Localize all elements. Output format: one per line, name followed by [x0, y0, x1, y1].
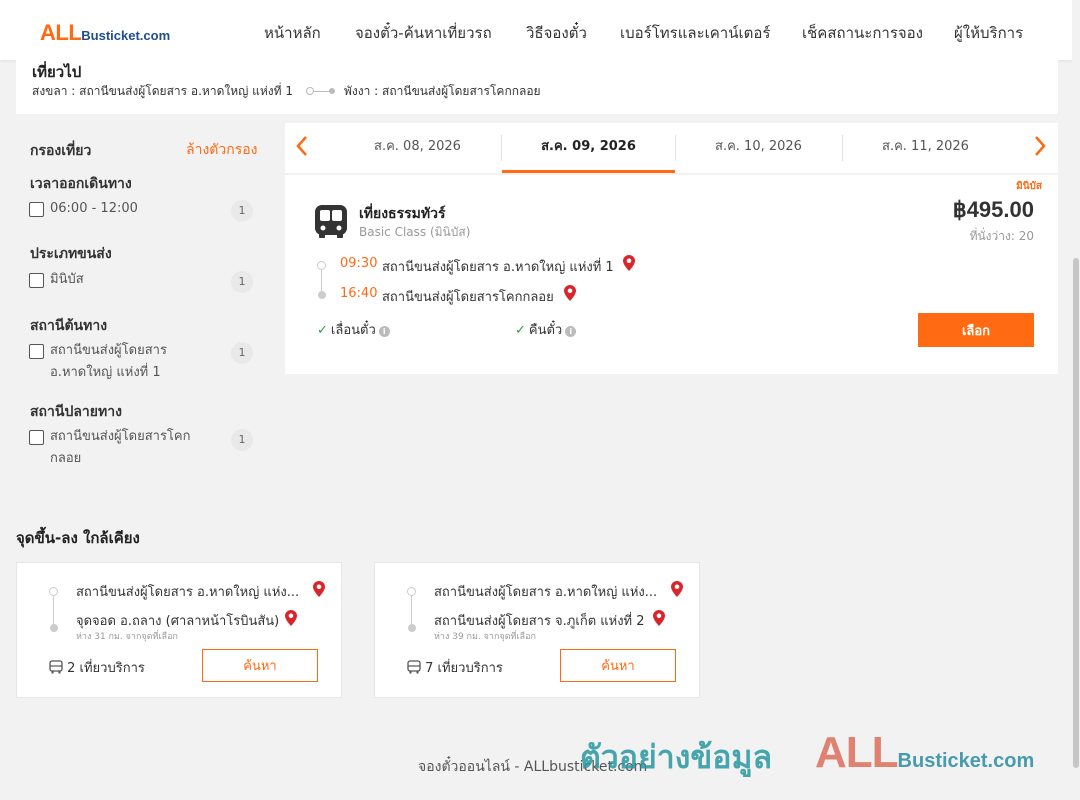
date-tab[interactable]: ส.ค. 08, 2026	[335, 123, 500, 173]
check-icon: ✓	[515, 323, 526, 338]
trip-title: เที่ยวไป	[32, 63, 82, 81]
nearby-to: สถานีขนส่งผู้โดยสาร จ.ภูเก็ต แห่งที่ 2	[434, 614, 645, 629]
watermark-logo-rest: Busticket.com	[897, 750, 1035, 772]
nearby-from: สถานีขนส่งผู้โดยสาร อ.หาดใหญ่ แห่ง...	[76, 585, 300, 600]
bus-small-icon	[49, 660, 63, 674]
filter-group-title-origin: สถานีต้นทาง	[30, 318, 108, 334]
nav-book-search[interactable]: จองตั๋ว-ค้นหาเที่ยวรถ	[355, 21, 492, 45]
nearby-from: สถานีขนส่งผู้โดยสาร อ.หาดใหญ่ แห่ง...	[434, 585, 658, 600]
nav-how-to-book[interactable]: วิธีจองตั๋ว	[526, 21, 587, 45]
filter-option-transport[interactable]: มินิบัส	[50, 269, 210, 291]
nav-phone-counters[interactable]: เบอร์โทรและเคาน์เตอร์	[620, 21, 770, 45]
watermark-logo-all: ALL	[815, 728, 899, 777]
next-date-arrow-icon[interactable]	[1033, 133, 1047, 165]
arrive-station: สถานีขนส่งผู้โดยสารโคกกลอย	[382, 290, 554, 305]
filter-option-departure[interactable]: 06:00 - 12:00	[50, 198, 210, 220]
filter-count-badge: 1	[231, 200, 253, 222]
filter-count-badge: 1	[231, 271, 253, 293]
nearby-card: สถานีขนส่งผู้โดยสาร อ.หาดใหญ่ แห่ง... สถ…	[374, 562, 700, 698]
feature-reschedule: ✓ เลื่อนตั๋ว i	[317, 319, 390, 340]
filter-group-title-departure: เวลาออกเดินทาง	[30, 176, 132, 192]
bus-icon	[313, 203, 349, 239]
filter-checkbox-origin[interactable]	[29, 344, 44, 359]
page-scrollbar[interactable]	[1072, 0, 1080, 800]
watermark-logo: ALLBusticket.com	[815, 728, 1034, 778]
nearby-trip-count: 2 เที่ยวบริการ	[49, 657, 145, 678]
site-logo[interactable]: ALLBusticket.com	[40, 20, 170, 46]
vehicle-type-tag: มินิบัส	[1016, 181, 1042, 192]
filter-checkbox-departure[interactable]	[29, 202, 44, 217]
bus-small-icon	[407, 660, 421, 674]
nearby-search-button[interactable]: ค้นหา	[560, 649, 676, 682]
operator-name: เที่ยงธรรมทัวร์	[359, 206, 446, 222]
trip-origin: สงขลา : สถานีขนส่งผู้โดยสาร อ.หาดใหญ่ แห…	[32, 84, 294, 98]
check-icon: ✓	[317, 323, 328, 338]
depart-station: สถานีขนส่งผู้โดยสาร อ.หาดใหญ่ แห่งที่ 1	[382, 260, 614, 275]
map-pin-icon[interactable]	[313, 581, 325, 597]
date-tab[interactable]: ส.ค. 11, 2026	[843, 123, 1008, 173]
date-tab-active[interactable]: ส.ค. 09, 2026	[502, 123, 675, 173]
nearby-distance: ห่าง 31 กม. จากจุดที่เลือก	[76, 632, 178, 642]
trip-summary: เที่ยวไป สงขลา : สถานีขนส่งผู้โดยสาร อ.ห…	[16, 60, 1058, 114]
route-line-icon	[306, 87, 335, 95]
info-icon[interactable]: i	[378, 326, 390, 337]
filter-group-title-transport: ประเภทขนส่ง	[30, 246, 112, 262]
feature-reschedule-label: เลื่อนตั๋ว	[330, 323, 376, 338]
map-pin-icon[interactable]	[653, 610, 665, 626]
logo-rest-text: Busticket.com	[81, 28, 171, 43]
logo-all-text: ALL	[40, 20, 82, 45]
filter-checkbox-destination[interactable]	[29, 430, 44, 445]
map-pin-icon[interactable]	[285, 610, 297, 626]
filter-option-destination[interactable]: สถานีขนส่งผู้โดยสารโคกกลอย	[50, 426, 210, 470]
nav-operators[interactable]: ผู้ให้บริการ	[954, 21, 1023, 45]
clear-filters-link[interactable]: ล้างตัวกรอง	[186, 139, 257, 161]
feature-refund: ✓ คืนตั๋ว i	[515, 319, 577, 340]
nearby-to: จุดจอด อ.ถลาง (ศาลาหน้าโรบินสัน)	[76, 614, 280, 629]
nearby-card: สถานีขนส่งผู้โดยสาร อ.หาดใหญ่ แห่ง... จุ…	[16, 562, 342, 698]
route-timeline-icon	[407, 587, 417, 633]
trip-destination: พังงา : สถานีขนส่งผู้โดยสารโคกกลอย	[344, 84, 541, 98]
map-pin-icon[interactable]	[671, 581, 683, 597]
date-tabs: ส.ค. 08, 2026 ส.ค. 09, 2026 ส.ค. 10, 202…	[285, 123, 1058, 173]
nearby-trips-label: 2 เที่ยวบริการ	[67, 661, 145, 676]
prev-date-arrow-icon[interactable]	[295, 133, 309, 165]
feature-refund-label: คืนตั๋ว	[528, 323, 563, 338]
operator-class: Basic Class (มินิบัส)	[359, 225, 471, 239]
nav-home[interactable]: หน้าหลัก	[264, 21, 321, 45]
watermark-text: ตัวอย่างข้อมูล	[580, 738, 773, 776]
site-header: ALLBusticket.com หน้าหลัก จองตั๋ว-ค้นหาเ…	[0, 0, 1075, 60]
filter-count-badge: 1	[231, 342, 253, 364]
scrollbar-thumb[interactable]	[1073, 258, 1079, 768]
filter-checkbox-transport[interactable]	[29, 273, 44, 288]
map-pin-icon[interactable]	[564, 285, 576, 301]
nearby-distance: ห่าง 39 กม. จากจุดที่เลือก	[434, 632, 536, 642]
depart-time: 09:30	[340, 256, 378, 271]
route-timeline-icon	[317, 261, 327, 301]
nearby-trip-count: 7 เที่ยวบริการ	[407, 657, 503, 678]
seats-available: ที่นั่งว่าง: 20	[969, 229, 1034, 243]
trip-result-card: มินิบัส เที่ยงธรรมทัวร์ Basic Class (มิน…	[285, 175, 1058, 374]
filter-group-title-destination: สถานีปลายทาง	[30, 404, 122, 420]
filter-option-origin[interactable]: สถานีขนส่งผู้โดยสาร อ.หาดใหญ่ แห่งที่ 1	[50, 340, 210, 384]
nearby-trips-label: 7 เที่ยวบริการ	[425, 661, 503, 676]
filter-count-badge: 1	[231, 429, 253, 451]
info-icon[interactable]: i	[565, 326, 577, 337]
map-pin-icon[interactable]	[623, 255, 635, 271]
arrive-time: 16:40	[340, 286, 378, 301]
route-timeline-icon	[49, 587, 59, 633]
nearby-search-button[interactable]: ค้นหา	[202, 649, 318, 682]
select-trip-button[interactable]: เลือก	[918, 313, 1034, 347]
filter-title: กรองเที่ยว	[30, 143, 92, 159]
nav-check-booking[interactable]: เช็คสถานะการจอง	[802, 21, 923, 45]
date-tab[interactable]: ส.ค. 10, 2026	[676, 123, 841, 173]
nearby-title: จุดขึ้น-ลง ใกล้เคียง	[16, 529, 140, 547]
trip-price: ฿495.00	[952, 197, 1034, 222]
